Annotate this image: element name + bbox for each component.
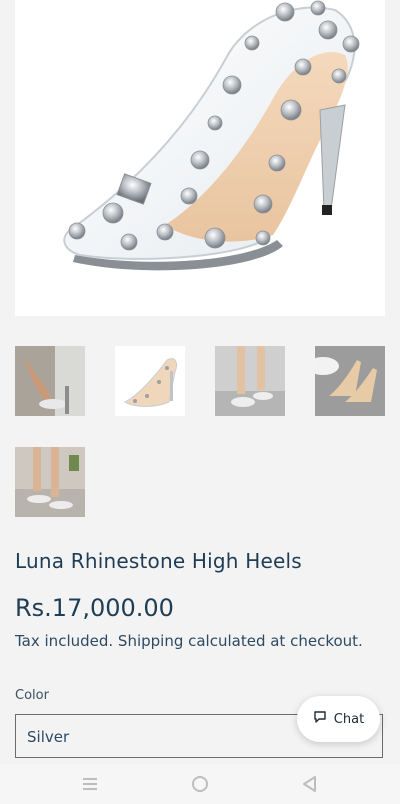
thumbnail-image [315,346,385,416]
chat-bubble-icon [313,710,327,729]
thumbnail-5[interactable] [15,447,85,517]
thumbnail-image [15,346,85,416]
thumbnail-2[interactable] [115,346,185,416]
color-label: Color [15,688,49,703]
tax-shipping-note: Tax included. Shipping calculated at che… [15,632,363,650]
product-title: Luna Rhinestone High Heels [15,549,302,573]
product-main-image[interactable] [15,0,385,316]
home-icon[interactable] [190,774,210,794]
back-icon[interactable] [300,774,320,794]
chat-button[interactable]: Chat [297,696,380,742]
thumbnail-1[interactable] [15,346,85,416]
product-price: Rs.17,000.00 [15,594,174,622]
chat-label: Chat [333,711,365,727]
thumbnail-4[interactable] [315,346,385,416]
thumbnail-image [115,346,185,416]
thumbnail-image [215,346,285,416]
menu-icon[interactable] [80,774,100,794]
thumbnail-image [15,447,85,517]
color-select-value: Silver [27,728,70,746]
thumbnail-3[interactable] [215,346,285,416]
system-navigation-bar [0,764,400,804]
shoe-illustration [63,0,360,271]
